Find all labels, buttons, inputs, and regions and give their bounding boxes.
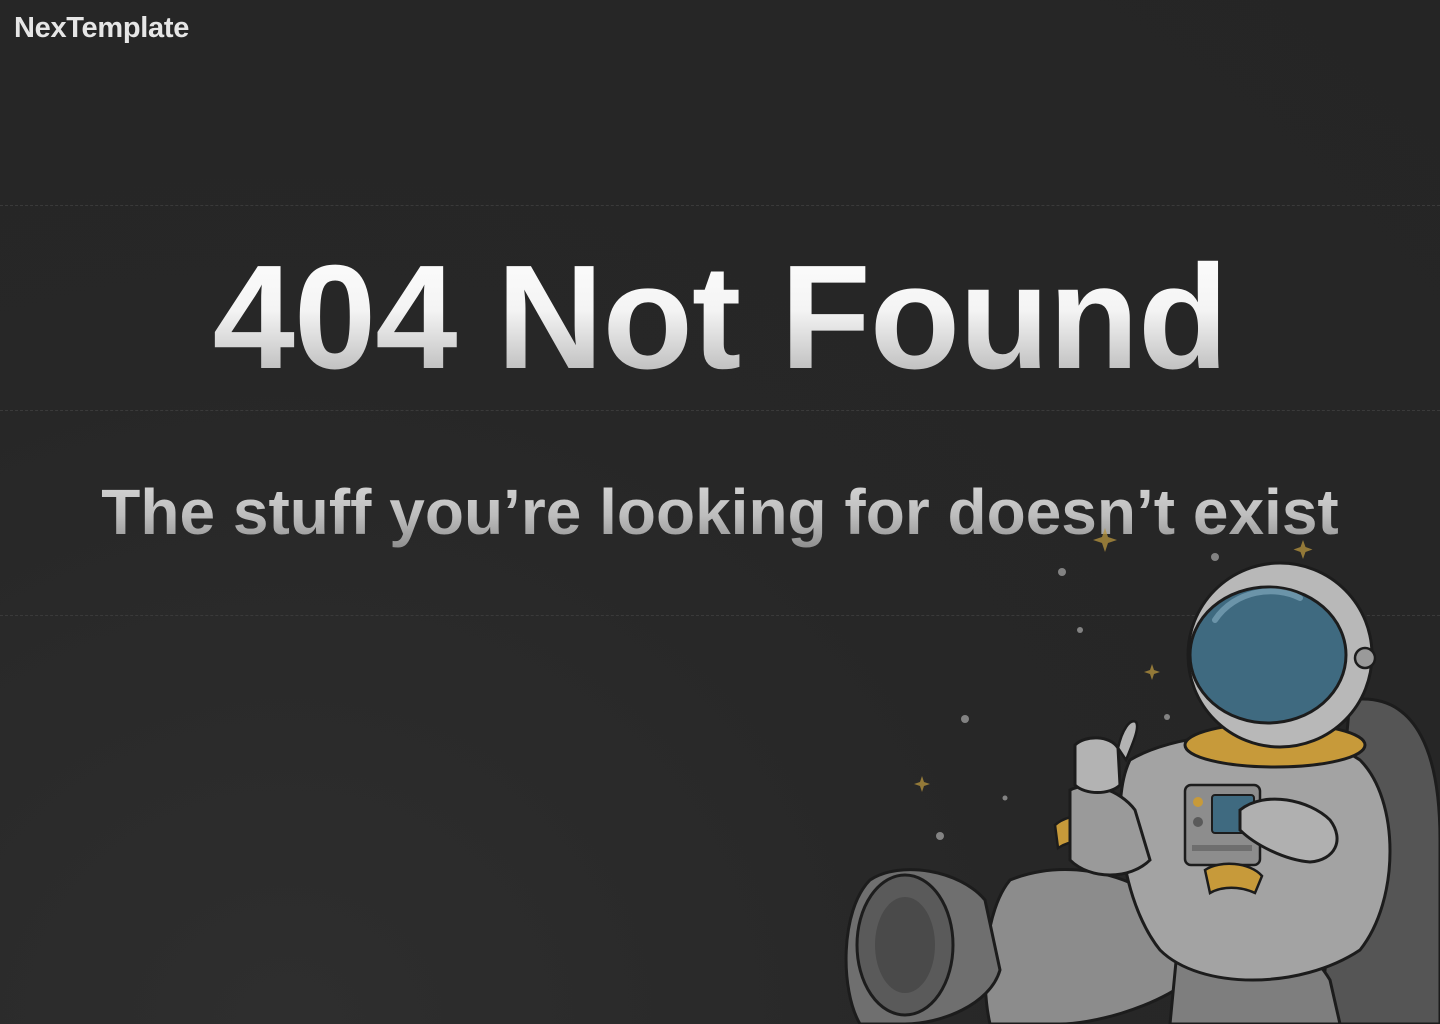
divider-top (0, 205, 1440, 206)
error-title: 404 Not Found (0, 238, 1440, 398)
brand-logo[interactable]: NexTemplate (14, 12, 189, 45)
helmet (1186, 561, 1377, 749)
divider-middle (0, 410, 1440, 411)
astronaut-illustration (844, 528, 1440, 1024)
boot (844, 868, 1002, 1024)
